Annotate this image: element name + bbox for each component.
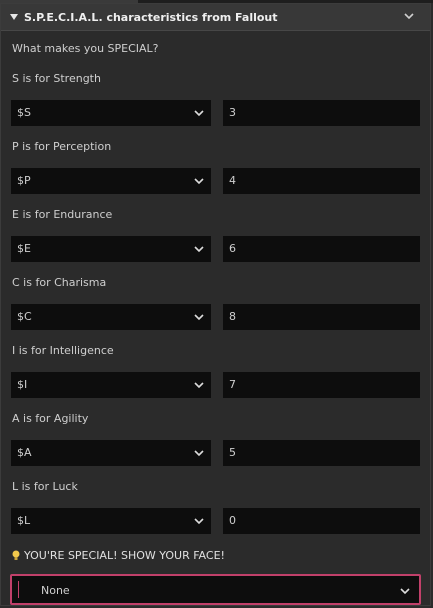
- value-input-endurance[interactable]: 6: [223, 236, 420, 262]
- value-input-text: 3: [229, 106, 236, 119]
- stat-label-agility: A is for Agility: [12, 412, 89, 425]
- variable-select-value: $S: [17, 106, 31, 119]
- value-input-agility[interactable]: 5: [223, 440, 420, 466]
- value-input-luck[interactable]: 0: [223, 508, 420, 534]
- face-select-value: None: [41, 584, 70, 597]
- face-prompt: YOU'RE SPECIAL! SHOW YOUR FACE!: [12, 549, 225, 562]
- variable-select-perception[interactable]: $P: [11, 168, 211, 194]
- value-input-strength[interactable]: 3: [223, 100, 420, 126]
- lightbulb-icon: [12, 550, 20, 560]
- variable-select-value: $L: [17, 514, 31, 527]
- value-input-text: 7: [229, 378, 236, 391]
- variable-select-strength[interactable]: $S: [11, 100, 211, 126]
- chevron-down-icon: [194, 110, 204, 117]
- value-input-intelligence[interactable]: 7: [223, 372, 420, 398]
- value-input-text: 0: [229, 514, 236, 527]
- chevron-down-icon[interactable]: [402, 9, 416, 23]
- value-input-text: 4: [229, 174, 236, 187]
- chevron-down-icon: [194, 450, 204, 457]
- chevron-down-icon: [194, 314, 204, 321]
- stat-label-luck: L is for Luck: [12, 480, 78, 493]
- chevron-down-icon: [194, 382, 204, 389]
- variable-select-intelligence[interactable]: $I: [11, 372, 211, 398]
- stat-label-endurance: E is for Endurance: [12, 208, 113, 221]
- variable-select-value: $I: [17, 378, 28, 391]
- variable-select-agility[interactable]: $A: [11, 440, 211, 466]
- value-input-text: 6: [229, 242, 236, 255]
- text-cursor: [18, 581, 19, 598]
- chevron-down-icon: [194, 518, 204, 525]
- chevron-down-icon: [194, 246, 204, 253]
- value-input-charisma[interactable]: 8: [223, 304, 420, 330]
- variable-select-value: $C: [17, 310, 32, 323]
- value-input-perception[interactable]: 4: [223, 168, 420, 194]
- variable-select-charisma[interactable]: $C: [11, 304, 211, 330]
- variable-select-luck[interactable]: $L: [11, 508, 211, 534]
- panel-title: S.P.E.C.I.A.L. characteristics from Fall…: [24, 10, 278, 24]
- face-select[interactable]: None: [10, 574, 421, 605]
- variable-select-endurance[interactable]: $E: [11, 236, 211, 262]
- stat-label-charisma: C is for Charisma: [12, 276, 107, 289]
- variable-select-value: $P: [17, 174, 31, 187]
- variable-select-value: $E: [17, 242, 31, 255]
- variable-select-value: $A: [17, 446, 32, 459]
- chevron-down-icon: [400, 588, 410, 595]
- chevron-down-icon: [194, 178, 204, 185]
- panel-header[interactable]: S.P.E.C.I.A.L. characteristics from Fall…: [1, 4, 430, 31]
- stat-label-strength: S is for Strength: [12, 72, 101, 85]
- collapse-triangle-icon[interactable]: [10, 14, 18, 20]
- value-input-text: 8: [229, 310, 236, 323]
- stat-label-perception: P is for Perception: [12, 140, 112, 153]
- value-input-text: 5: [229, 446, 236, 459]
- face-prompt-label: YOU'RE SPECIAL! SHOW YOUR FACE!: [24, 549, 225, 562]
- question-label: What makes you SPECIAL?: [12, 42, 159, 55]
- special-panel: S.P.E.C.I.A.L. characteristics from Fall…: [0, 3, 431, 606]
- stat-label-intelligence: I is for Intelligence: [12, 344, 114, 357]
